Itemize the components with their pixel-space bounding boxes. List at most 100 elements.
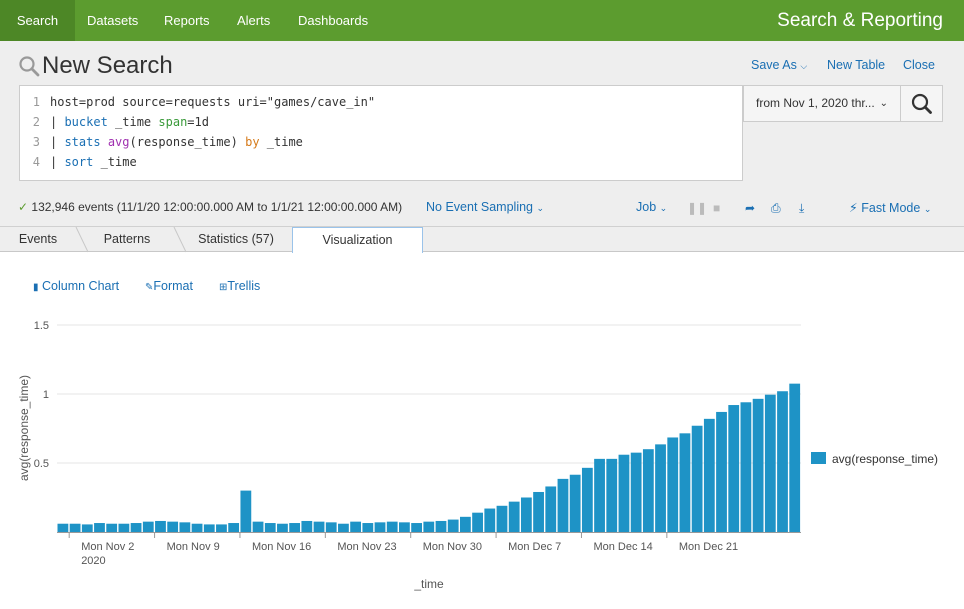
format-button[interactable]: ✎Format bbox=[145, 279, 193, 293]
chart-bar bbox=[667, 437, 679, 532]
chart-bar bbox=[374, 522, 386, 532]
event-sampling-dropdown[interactable]: No Event Sampling ⌄ bbox=[426, 200, 544, 214]
search-icon bbox=[911, 93, 932, 114]
chart-type-button[interactable]: ▮ Column Chart bbox=[33, 279, 119, 293]
job-dropdown[interactable]: Job ⌄ bbox=[636, 200, 667, 214]
print-icon[interactable]: ⎙ bbox=[771, 201, 781, 216]
chart-bar bbox=[106, 523, 118, 532]
chart-type-label: Column Chart bbox=[42, 279, 120, 293]
query-token: =1d bbox=[187, 115, 209, 129]
line-number: 4 bbox=[32, 155, 40, 169]
search-mode-dropdown[interactable]: ⚡︎ Fast Mode ⌄ bbox=[849, 200, 931, 215]
trellis-button[interactable]: ⊞Trellis bbox=[219, 279, 260, 293]
chart-bar bbox=[179, 522, 191, 532]
new-table-link[interactable]: New Table bbox=[827, 58, 885, 72]
stop-icon[interactable]: ■ bbox=[713, 201, 720, 215]
nav-item-alerts[interactable]: Alerts bbox=[237, 0, 270, 41]
query-token: _time bbox=[107, 115, 159, 129]
chart-bar bbox=[386, 521, 398, 532]
chart-bar bbox=[447, 519, 459, 532]
query-token: avg bbox=[107, 135, 130, 149]
search-mode-label: Fast Mode bbox=[861, 201, 921, 215]
chart-bar bbox=[655, 444, 666, 532]
chart-bar bbox=[167, 521, 179, 532]
chart-bar bbox=[362, 523, 374, 532]
job-status: ✓ 132,946 events (11/1/20 12:00:00.000 A… bbox=[18, 200, 402, 214]
chart-bar bbox=[203, 524, 215, 532]
download-icon[interactable]: ⤓ bbox=[799, 201, 804, 216]
chart-bar bbox=[264, 523, 276, 532]
chart-bar bbox=[411, 523, 423, 532]
chart-bar bbox=[545, 486, 557, 532]
chart-bar bbox=[691, 425, 703, 532]
results-tabs: Events Patterns Statistics (57) Visualiz… bbox=[0, 227, 964, 253]
tab-events[interactable]: Events bbox=[0, 227, 76, 252]
nav-item-datasets[interactable]: Datasets bbox=[87, 0, 138, 41]
y-axis-label: avg(response_time) bbox=[17, 375, 31, 481]
close-link[interactable]: Close bbox=[903, 58, 935, 72]
query-token: | bbox=[50, 115, 65, 129]
chart-bar bbox=[594, 458, 605, 532]
query-token: (response_time) bbox=[129, 135, 246, 149]
y-tick-label: 1 bbox=[43, 389, 49, 401]
query-token: span bbox=[158, 115, 188, 129]
chevron-down-icon: ⌄ bbox=[879, 98, 888, 109]
chart-bar bbox=[118, 523, 130, 532]
x-tick-label: Mon Dec 7 bbox=[508, 541, 561, 553]
chart-bar bbox=[557, 478, 569, 532]
chevron-down-icon: ⌄ bbox=[923, 204, 932, 214]
nav-item-search[interactable]: Search bbox=[0, 0, 75, 41]
pause-icon[interactable]: ❚❚ bbox=[687, 201, 707, 215]
chart-bar bbox=[289, 523, 301, 532]
chart-bar bbox=[252, 521, 264, 532]
x-tick-year: 2020 bbox=[81, 555, 105, 567]
line-text: | sort _time bbox=[50, 152, 137, 172]
chart-bar bbox=[155, 520, 166, 532]
y-tick-label: 0.5 bbox=[34, 458, 49, 470]
check-icon: ✓ bbox=[18, 200, 29, 214]
chart-bar bbox=[740, 402, 752, 532]
search-query-editor[interactable]: 1 host=prod source=requests uri="games/ca… bbox=[19, 85, 743, 181]
chart-bar bbox=[618, 454, 630, 532]
x-tick-label: Mon Nov 16 bbox=[252, 541, 311, 553]
chart-bar bbox=[630, 452, 642, 532]
chart-bar bbox=[606, 458, 618, 532]
query-token: | bbox=[50, 155, 65, 169]
tab-statistics[interactable]: Statistics (57) bbox=[180, 227, 292, 252]
chart-bar bbox=[533, 491, 544, 532]
save-as-label: Save As bbox=[751, 58, 797, 72]
time-range-picker[interactable]: from Nov 1, 2020 thr... ⌄ bbox=[743, 85, 901, 122]
run-search-button[interactable] bbox=[900, 85, 943, 122]
query-token: bucket bbox=[64, 115, 108, 129]
chart-bar bbox=[679, 433, 691, 532]
tab-visualization[interactable]: Visualization bbox=[292, 227, 423, 253]
chart-bar bbox=[520, 497, 532, 532]
nav-item-dashboards[interactable]: Dashboards bbox=[298, 0, 368, 41]
trellis-label: Trellis bbox=[227, 279, 261, 293]
chart-bar bbox=[191, 523, 203, 532]
chart-bar bbox=[350, 521, 362, 532]
nav-item-reports[interactable]: Reports bbox=[164, 0, 210, 41]
save-as-dropdown[interactable]: Save As ⌵ bbox=[751, 58, 807, 72]
tab-patterns[interactable]: Patterns bbox=[80, 227, 174, 252]
chart-bar bbox=[703, 418, 715, 532]
app-title: Search & Reporting bbox=[777, 10, 943, 31]
chart-bar bbox=[569, 474, 581, 532]
chart-bar bbox=[435, 520, 447, 532]
share-icon[interactable]: ➦ bbox=[745, 201, 755, 215]
search-icon bbox=[19, 56, 40, 77]
x-tick-label: Mon Nov 30 bbox=[423, 541, 482, 553]
y-tick-label: 1.5 bbox=[34, 320, 49, 332]
query-token bbox=[101, 135, 108, 149]
chart-bar bbox=[716, 411, 727, 532]
query-token: stats bbox=[64, 135, 101, 149]
chart-bar bbox=[301, 520, 313, 532]
page-title: New Search bbox=[42, 52, 173, 79]
chart-bar bbox=[472, 512, 483, 532]
line-text: | bucket _time span=1d bbox=[50, 112, 209, 132]
chart-bar bbox=[777, 391, 788, 532]
x-axis-label: _time bbox=[413, 577, 444, 591]
query-token: host=prod source=requests uri="games/cav… bbox=[50, 95, 376, 109]
line-text: | stats avg(response_time) by _time bbox=[50, 132, 303, 152]
chart-bar bbox=[399, 522, 410, 532]
